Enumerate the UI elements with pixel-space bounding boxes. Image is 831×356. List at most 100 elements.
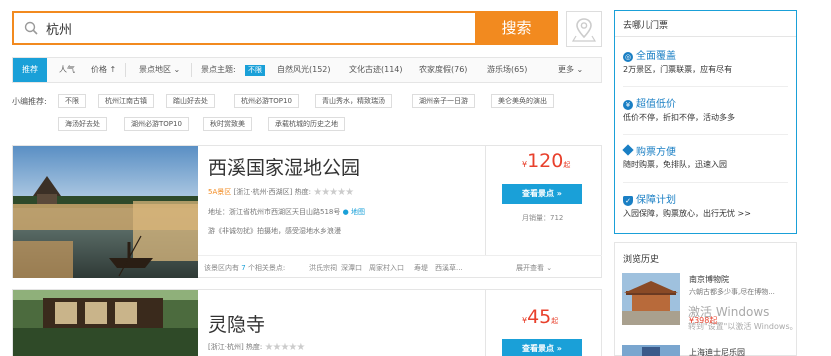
sub-spot-link[interactable]: 寿堤 xyxy=(414,263,428,273)
more-themes-label: 更多 xyxy=(558,65,574,74)
location-pin-icon: ● xyxy=(342,208,349,216)
price-suffix: 起 xyxy=(563,161,571,169)
area-dropdown-label: 景点地区 xyxy=(139,65,171,74)
heat-label: 热度: xyxy=(294,188,311,196)
expand-label: 展开查看 xyxy=(516,264,544,272)
sort-price-label: 价格 xyxy=(91,65,107,74)
sort-arrow-icon: ↑ xyxy=(109,65,117,74)
shield-icon: ✓ xyxy=(623,196,633,206)
price-box: ¥120起 查看景点 » 月销量：712 xyxy=(485,146,602,255)
theme-option[interactable]: 自然风光(152) xyxy=(277,58,331,82)
listing-price: ¥45起 xyxy=(522,306,558,328)
ticket-panel: 去哪儿门票 ◎ 全面覆盖 2万景区，门票联票，应有尽有 ¥ 超值低价 低价不停，折扣… xyxy=(614,10,797,234)
listing-card: 灵隐寺 [浙江·杭州] 热度: ★★★★★ ¥45起 查看景点 » xyxy=(12,289,602,356)
feature-desc: 低价不停，折扣不停，活动多多 xyxy=(623,113,735,122)
map-link[interactable]: 地图 xyxy=(351,208,365,216)
rec-tag[interactable]: 湖州必游TOP10 xyxy=(124,117,189,131)
history-thumbnail[interactable] xyxy=(622,345,680,356)
sub-spots-bar: 该景区内有 7 个相关景点: 洪氏宗祠 深潭口 周家村入口 寿堤 西溪草... … xyxy=(198,255,602,278)
sort-recommend-tab[interactable]: 推荐 xyxy=(13,58,47,82)
search-button[interactable]: 搜索 xyxy=(475,11,558,45)
listing-desc: 游《非诚勿扰》拍摄地，感受湿地水乡浪漫 xyxy=(208,227,341,235)
heat-label: 热度: xyxy=(245,343,263,351)
theme-nolimit-option[interactable]: 不限 xyxy=(245,58,265,82)
search-box[interactable] xyxy=(12,11,475,45)
filter-bar: 推荐 人气 价格 ↑ 景点地区 ⌄ 景点主题: 不限 自然风光(152) 文化古… xyxy=(12,57,602,83)
globe-icon: ◎ xyxy=(623,52,633,62)
more-themes-dropdown[interactable]: 更多 ⌄ xyxy=(558,58,583,82)
rec-tag[interactable]: 青山秀水，精致瑞汤 xyxy=(315,94,392,108)
sort-popularity-tab[interactable]: 人气 xyxy=(59,58,75,82)
area-dropdown[interactable]: 景点地区 ⌄ xyxy=(139,58,180,82)
theme-label: 景点主题: xyxy=(201,65,236,74)
listing-address-line: 地址：浙江省杭州市西湖区天目山路518号 ● 地图 xyxy=(208,207,365,217)
sub-spot-link[interactable]: 洪氏宗祠 xyxy=(309,263,337,273)
rec-tag[interactable]: 承载杭城的历史之地 xyxy=(268,117,345,131)
history-item-name[interactable]: 南京博物院 xyxy=(689,274,729,285)
rec-tag[interactable]: 不限 xyxy=(58,94,86,108)
feature-title: 购票方便 xyxy=(622,143,676,158)
ticket-panel-title: 去哪儿门票 xyxy=(623,21,669,31)
chevron-down-icon: ⌄ xyxy=(576,65,584,74)
sub-spots-count: 7 xyxy=(241,264,246,272)
rec-tag[interactable]: 秋时赏致美 xyxy=(203,117,252,131)
rec-tag[interactable]: 海汤好去处 xyxy=(58,117,107,131)
theme-option[interactable]: 农家度假(76) xyxy=(419,58,467,82)
grade-badge: 5A景区 xyxy=(208,188,232,196)
listing-region: [浙江·杭州·西湖区] xyxy=(233,188,293,196)
history-title: 浏览历史 xyxy=(623,255,660,265)
map-pin-icon xyxy=(571,18,597,42)
listing-title[interactable]: 灵隐寺 xyxy=(208,310,265,337)
listing-meta: [浙江·杭州] 热度: ★★★★★ xyxy=(208,342,306,353)
price-value: 45 xyxy=(527,306,552,328)
editor-recs-label: 小编推荐: xyxy=(12,97,47,106)
listing-address: 地址：浙江省杭州市西湖区天目山路518号 xyxy=(208,208,341,216)
sub-spot-link[interactable]: 深潭口 xyxy=(341,263,362,273)
history-thumbnail[interactable] xyxy=(622,273,680,325)
feature-title-text: 全面覆盖 xyxy=(636,51,676,62)
sub-spot-link[interactable]: 西溪草... xyxy=(435,263,463,273)
monthly-sales: 月销量：712 xyxy=(522,214,564,222)
sub-spots-suffix: 个相关景点: xyxy=(247,264,286,272)
feature-title-text: 保障计划 xyxy=(636,195,676,206)
sub-spot-link[interactable]: 周家村入口 xyxy=(369,263,404,273)
search-icon xyxy=(24,21,38,35)
rec-tag[interactable]: 杭州必游TOP10 xyxy=(234,94,299,108)
expand-button[interactable]: 展开查看 ⌄ xyxy=(516,263,552,273)
rec-tag[interactable]: 杭州江南古镇 xyxy=(98,94,154,108)
listing-title[interactable]: 西溪国家湿地公园 xyxy=(208,153,360,180)
feature-title-text: 购票方便 xyxy=(636,147,676,158)
rec-tag[interactable]: 美仑美奂的演出 xyxy=(491,94,554,108)
feature-desc: 随时购票，免排队，迅速入园 xyxy=(623,160,727,169)
price-box: ¥45起 查看景点 » xyxy=(485,290,602,356)
feature-title: ✓ 保障计划 xyxy=(623,191,676,206)
listing-photo[interactable] xyxy=(13,290,198,356)
feature-title-text: 超值低价 xyxy=(636,99,676,110)
theme-option[interactable]: 游乐场(65) xyxy=(487,58,527,82)
listing-meta: 5A景区 [浙江·杭州·西湖区] 热度: ★★★★★ xyxy=(208,187,354,198)
history-item-name[interactable]: 上海迪士尼乐园 xyxy=(689,347,745,356)
feature-desc: 2万景区，门票联票，应有尽有 xyxy=(623,65,733,74)
history-item-desc: 六朝古都多少事,尽在博物... xyxy=(689,288,775,296)
view-spot-button[interactable]: 查看景点 » xyxy=(502,184,582,204)
search-input[interactable] xyxy=(46,20,446,36)
rec-tag[interactable]: 踏山好去处 xyxy=(166,94,215,108)
map-search-button[interactable] xyxy=(566,11,602,47)
heat-stars: ★★★★★ xyxy=(264,342,306,353)
listing-price: ¥120起 xyxy=(522,150,570,172)
feature-desc[interactable]: 入园保障，购票放心，出行无忧 >> xyxy=(623,208,751,219)
chevron-down-icon: ⌄ xyxy=(173,65,181,74)
price-value: 120 xyxy=(527,150,564,172)
yen-icon: ¥ xyxy=(623,100,633,110)
theme-option[interactable]: 文化古迹(114) xyxy=(349,58,403,82)
sort-price-tab[interactable]: 价格 ↑ xyxy=(91,58,116,82)
feature-title: ◎ 全面覆盖 xyxy=(623,47,676,62)
listing-card: 西溪国家湿地公园 5A景区 [浙江·杭州·西湖区] 热度: ★★★★★ 地址：浙… xyxy=(12,145,602,278)
heat-stars: ★★★★★ xyxy=(313,187,354,198)
listing-photo[interactable] xyxy=(13,146,198,278)
sub-spots-summary: 该景区内有 7 个相关景点: xyxy=(204,263,285,273)
rec-tag[interactable]: 湖州亲子一日游 xyxy=(412,94,475,108)
diamond-icon xyxy=(622,144,634,156)
theme-nolimit-badge: 不限 xyxy=(245,65,265,76)
view-spot-button[interactable]: 查看景点 » xyxy=(502,339,582,356)
